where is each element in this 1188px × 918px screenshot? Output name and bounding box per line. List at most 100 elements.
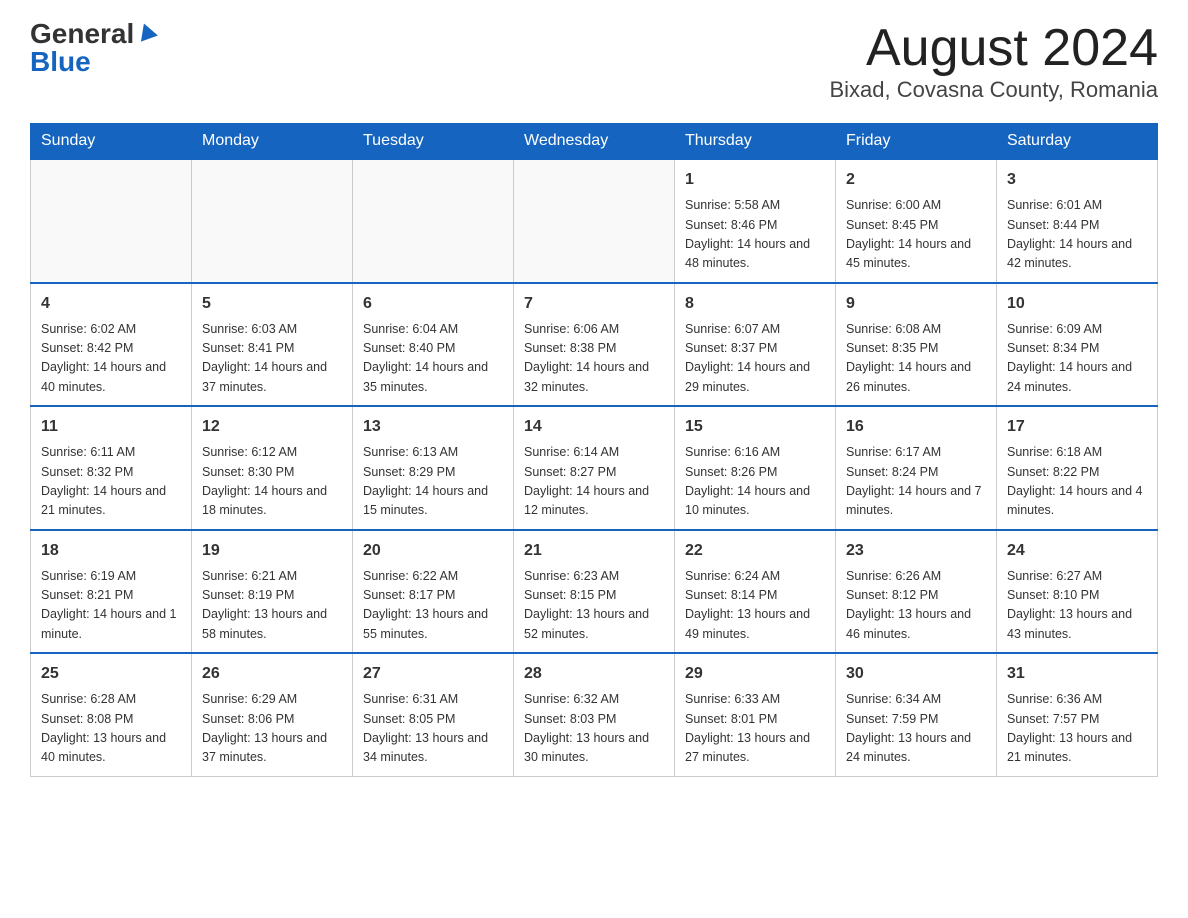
day-number: 30 — [846, 662, 986, 686]
calendar-cell: 15 Sunrise: 6:16 AM Sunset: 8:26 PM Dayli… — [675, 406, 836, 530]
calendar-cell: 14Sunrise: 6:14 AM Sunset: 8:27 PM Dayli… — [514, 406, 675, 530]
day-header-saturday: Saturday — [997, 124, 1158, 160]
day-number: 29 — [685, 662, 825, 686]
day-number: 26 — [202, 662, 342, 686]
day-info: Sunrise: 6:03 AM Sunset: 8:41 PM Dayligh… — [202, 320, 342, 398]
calendar-cell: 27 Sunrise: 6:31 AM Sunset: 8:05 PM Dayli… — [353, 653, 514, 776]
day-number: 2 — [846, 168, 986, 192]
day-info: Sunrise: 6:12 AM Sunset: 8:30 PM Dayligh… — [202, 443, 342, 521]
calendar-cell: 7 Sunrise: 6:06 AM Sunset: 8:38 PM Daylig… — [514, 283, 675, 407]
day-number: 20 — [363, 539, 503, 563]
day-info: Sunrise: 6:28 AM Sunset: 8:08 PM Dayligh… — [41, 690, 181, 768]
day-info: Sunrise: 6:36 AM Sunset: 7:57 PM Dayligh… — [1007, 690, 1147, 768]
calendar-cell: 11 Sunrise: 6:11 AM Sunset: 8:32 PM Dayli… — [31, 406, 192, 530]
day-number: 4 — [41, 292, 181, 316]
calendar-cell: 1 Sunrise: 5:58 AM Sunset: 8:46 PM Daylig… — [675, 159, 836, 283]
day-number: 27 — [363, 662, 503, 686]
calendar-cell: 18 Sunrise: 6:19 AM Sunset: 8:21 PM Dayli… — [31, 530, 192, 654]
day-info: Sunrise: 6:11 AM Sunset: 8:32 PM Dayligh… — [41, 443, 181, 521]
calendar-cell: 22 Sunrise: 6:24 AM Sunset: 8:14 PM Dayli… — [675, 530, 836, 654]
day-info: Sunrise: 6:08 AM Sunset: 8:35 PM Dayligh… — [846, 320, 986, 398]
day-info: Sunrise: 6:04 AM Sunset: 8:40 PM Dayligh… — [363, 320, 503, 398]
day-info: Sunrise: 6:34 AM Sunset: 7:59 PM Dayligh… — [846, 690, 986, 768]
day-number: 21 — [524, 539, 664, 563]
day-info: Sunrise: 6:14 AM Sunset: 8:27 PM Dayligh… — [524, 443, 664, 521]
days-header-row: SundayMondayTuesdayWednesdayThursdayFrid… — [31, 124, 1158, 160]
calendar-cell: 5 Sunrise: 6:03 AM Sunset: 8:41 PM Daylig… — [192, 283, 353, 407]
day-number: 6 — [363, 292, 503, 316]
day-info: Sunrise: 6:06 AM Sunset: 8:38 PM Dayligh… — [524, 320, 664, 398]
logo-general-text: General — [30, 20, 134, 48]
calendar-cell — [514, 159, 675, 283]
calendar-cell: 29 Sunrise: 6:33 AM Sunset: 8:01 PM Dayli… — [675, 653, 836, 776]
calendar-cell — [192, 159, 353, 283]
day-number: 18 — [41, 539, 181, 563]
day-number: 16 — [846, 415, 986, 439]
day-info: Sunrise: 6:27 AM Sunset: 8:10 PM Dayligh… — [1007, 567, 1147, 645]
day-info: Sunrise: 6:02 AM Sunset: 8:42 PM Dayligh… — [41, 320, 181, 398]
calendar-cell: 21 Sunrise: 6:23 AM Sunset: 8:15 PM Dayli… — [514, 530, 675, 654]
day-header-sunday: Sunday — [31, 124, 192, 160]
day-info: Sunrise: 6:16 AM Sunset: 8:26 PM Dayligh… — [685, 443, 825, 521]
day-info: Sunrise: 6:32 AM Sunset: 8:03 PM Dayligh… — [524, 690, 664, 768]
day-info: Sunrise: 6:21 AM Sunset: 8:19 PM Dayligh… — [202, 567, 342, 645]
day-number: 1 — [685, 168, 825, 192]
day-info: Sunrise: 6:22 AM Sunset: 8:17 PM Dayligh… — [363, 567, 503, 645]
day-number: 3 — [1007, 168, 1147, 192]
day-info: Sunrise: 6:29 AM Sunset: 8:06 PM Dayligh… — [202, 690, 342, 768]
calendar-cell — [353, 159, 514, 283]
calendar-table: SundayMondayTuesdayWednesdayThursdayFrid… — [30, 123, 1158, 777]
day-number: 25 — [41, 662, 181, 686]
day-header-monday: Monday — [192, 124, 353, 160]
title-area: August 2024 Bixad, Covasna County, Roman… — [829, 20, 1158, 103]
calendar-cell: 28 Sunrise: 6:32 AM Sunset: 8:03 PM Dayli… — [514, 653, 675, 776]
logo-triangle-icon — [136, 21, 158, 43]
day-info: Sunrise: 6:33 AM Sunset: 8:01 PM Dayligh… — [685, 690, 825, 768]
day-info: Sunrise: 6:09 AM Sunset: 8:34 PM Dayligh… — [1007, 320, 1147, 398]
day-number: 15 — [685, 415, 825, 439]
day-number: 19 — [202, 539, 342, 563]
day-number: 9 — [846, 292, 986, 316]
day-info: Sunrise: 6:18 AM Sunset: 8:22 PM Dayligh… — [1007, 443, 1147, 521]
day-number: 22 — [685, 539, 825, 563]
day-info: Sunrise: 6:01 AM Sunset: 8:44 PM Dayligh… — [1007, 196, 1147, 274]
calendar-cell: 9 Sunrise: 6:08 AM Sunset: 8:35 PM Daylig… — [836, 283, 997, 407]
day-number: 24 — [1007, 539, 1147, 563]
day-number: 28 — [524, 662, 664, 686]
location-title: Bixad, Covasna County, Romania — [829, 77, 1158, 103]
day-number: 17 — [1007, 415, 1147, 439]
calendar-cell: 6 Sunrise: 6:04 AM Sunset: 8:40 PM Daylig… — [353, 283, 514, 407]
day-info: Sunrise: 6:19 AM Sunset: 8:21 PM Dayligh… — [41, 567, 181, 645]
logo-blue-text: Blue — [30, 46, 91, 77]
week-row-5: 25 Sunrise: 6:28 AM Sunset: 8:08 PM Dayli… — [31, 653, 1158, 776]
day-number: 5 — [202, 292, 342, 316]
calendar-cell: 26 Sunrise: 6:29 AM Sunset: 8:06 PM Dayli… — [192, 653, 353, 776]
calendar-cell: 31 Sunrise: 6:36 AM Sunset: 7:57 PM Dayli… — [997, 653, 1158, 776]
day-info: Sunrise: 6:31 AM Sunset: 8:05 PM Dayligh… — [363, 690, 503, 768]
day-info: Sunrise: 5:58 AM Sunset: 8:46 PM Dayligh… — [685, 196, 825, 274]
day-number: 11 — [41, 415, 181, 439]
calendar-cell: 12Sunrise: 6:12 AM Sunset: 8:30 PM Dayli… — [192, 406, 353, 530]
day-info: Sunrise: 6:23 AM Sunset: 8:15 PM Dayligh… — [524, 567, 664, 645]
calendar-cell: 30 Sunrise: 6:34 AM Sunset: 7:59 PM Dayli… — [836, 653, 997, 776]
day-number: 31 — [1007, 662, 1147, 686]
logo: General Blue — [30, 20, 158, 76]
month-title: August 2024 — [829, 20, 1158, 77]
day-header-thursday: Thursday — [675, 124, 836, 160]
calendar-cell: 4 Sunrise: 6:02 AM Sunset: 8:42 PM Daylig… — [31, 283, 192, 407]
day-header-tuesday: Tuesday — [353, 124, 514, 160]
day-info: Sunrise: 6:07 AM Sunset: 8:37 PM Dayligh… — [685, 320, 825, 398]
day-info: Sunrise: 6:24 AM Sunset: 8:14 PM Dayligh… — [685, 567, 825, 645]
calendar-cell: 17 Sunrise: 6:18 AM Sunset: 8:22 PM Dayli… — [997, 406, 1158, 530]
day-number: 7 — [524, 292, 664, 316]
calendar-cell: 13Sunrise: 6:13 AM Sunset: 8:29 PM Dayli… — [353, 406, 514, 530]
week-row-3: 11 Sunrise: 6:11 AM Sunset: 8:32 PM Dayli… — [31, 406, 1158, 530]
calendar-cell: 19 Sunrise: 6:21 AM Sunset: 8:19 PM Dayli… — [192, 530, 353, 654]
week-row-2: 4 Sunrise: 6:02 AM Sunset: 8:42 PM Daylig… — [31, 283, 1158, 407]
day-info: Sunrise: 6:17 AM Sunset: 8:24 PM Dayligh… — [846, 443, 986, 521]
calendar-cell: 20 Sunrise: 6:22 AM Sunset: 8:17 PM Dayli… — [353, 530, 514, 654]
day-number: 13 — [363, 415, 503, 439]
day-info: Sunrise: 6:26 AM Sunset: 8:12 PM Dayligh… — [846, 567, 986, 645]
calendar-cell: 23Sunrise: 6:26 AM Sunset: 8:12 PM Dayli… — [836, 530, 997, 654]
calendar-cell: 16 Sunrise: 6:17 AM Sunset: 8:24 PM Dayli… — [836, 406, 997, 530]
